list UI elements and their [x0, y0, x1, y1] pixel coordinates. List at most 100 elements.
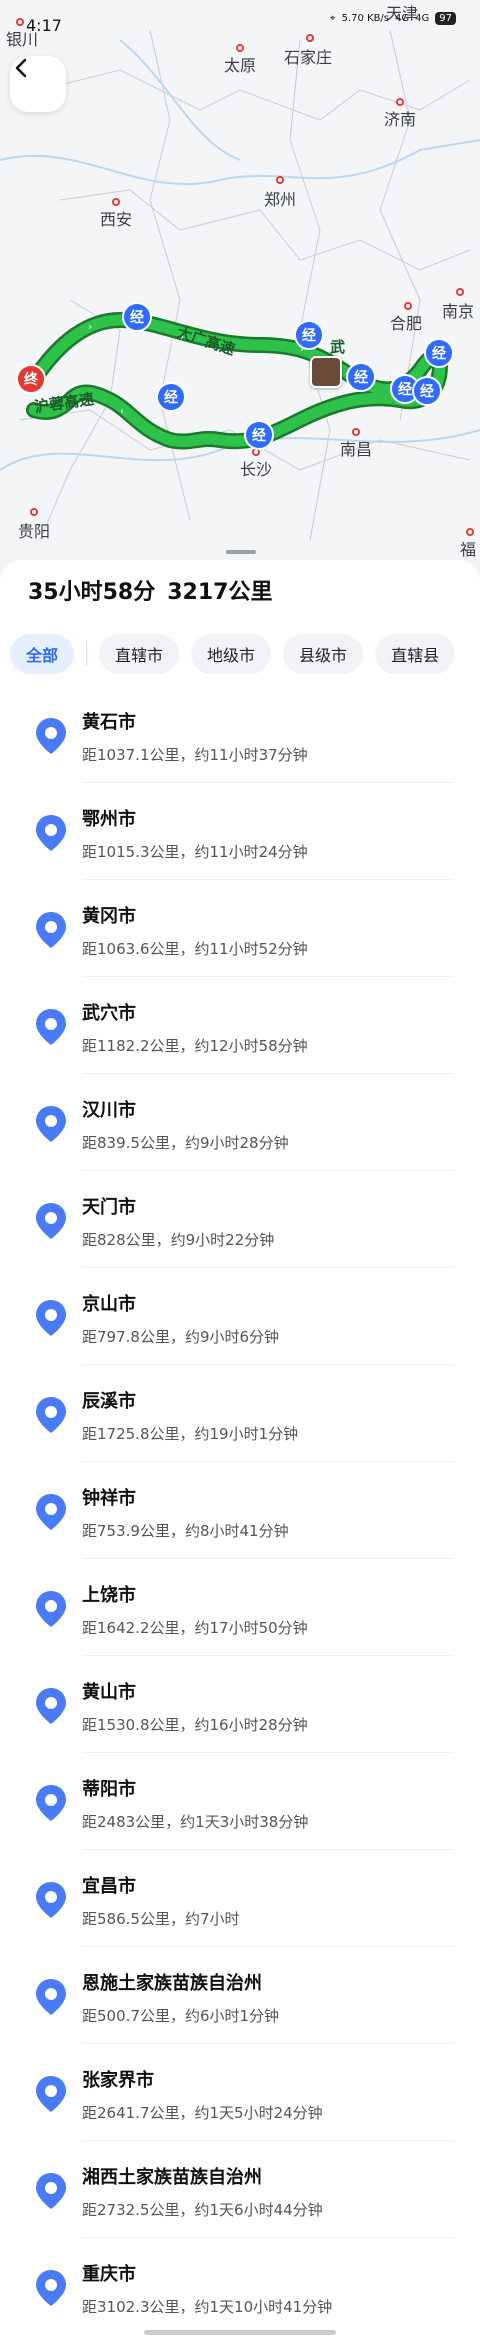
city-label: 南昌	[340, 440, 373, 459]
list-item-name: 天门市	[82, 1197, 136, 1218]
list-item-name: 上饶市	[82, 1585, 136, 1606]
list-item[interactable]: 京山市 距797.8公里，约9小时6分钟	[10, 1268, 470, 1365]
route-summary: 35小时58分 3217公里	[28, 574, 284, 606]
svg-text:‹: ‹	[120, 406, 124, 417]
list-item[interactable]: 武穴市距1182.2公里，约12小时58分钟	[10, 977, 470, 1074]
avatar[interactable]	[310, 356, 342, 388]
route-distance: 3217公里	[167, 580, 273, 605]
list-item[interactable]: 重庆市 距3102.3公里，约1天10小时41分钟	[10, 2238, 470, 2335]
status-icons: ⌖ 5.70 KB/s 4G 4G 97	[330, 12, 456, 25]
location-pin-icon	[36, 718, 66, 754]
home-indicator	[144, 2330, 336, 2335]
list-item-info: 距1063.6公里，约11小时52分钟	[82, 940, 308, 958]
list-item-info: 距3102.3公里，约1天10小时41分钟	[82, 2298, 333, 2316]
list-item-info: 距1725.8公里，约19小时1分钟	[82, 1425, 299, 1443]
city-label: 南京	[442, 302, 475, 321]
battery-icon: 97	[435, 12, 456, 25]
filter-divider	[86, 642, 88, 666]
filter-municipality[interactable]: 直辖市	[99, 634, 180, 674]
location-pin-icon	[36, 1591, 66, 1627]
signal-4g: 4G	[395, 13, 410, 24]
list-item-info: 距1530.8公里，约16小时28分钟	[82, 1716, 308, 1734]
location-pin-icon	[36, 1979, 66, 2015]
list-item[interactable]: 天门市距828公里，约9小时22分钟	[10, 1171, 470, 1268]
city-dot	[466, 528, 474, 536]
city-label: 合肥	[390, 314, 423, 333]
list-item-info: 距1037.1公里，约11小时37分钟	[82, 746, 308, 764]
filter-prefecture-city[interactable]: 地级市	[191, 634, 272, 674]
filter-all[interactable]: 全部	[10, 634, 75, 674]
list-item[interactable]: 蒂阳市距2483公里，约1天3小时38分钟	[10, 1753, 470, 1850]
list-item-info: 距1642.2公里，约17小时50分钟	[82, 1619, 308, 1637]
list-item-info: 距500.7公里，约6小时1分钟	[82, 2007, 280, 2025]
city-label: 福	[460, 540, 477, 559]
waypoint-marker[interactable]: 经	[156, 382, 186, 412]
sheet-grabber[interactable]	[226, 550, 256, 554]
list-item[interactable]: 上饶市距1642.2公里，约17小时50分钟	[10, 1559, 470, 1656]
location-pin-icon	[36, 1785, 66, 1821]
list-item[interactable]: 湘西土家族苗族自治州距2732.5公里，约1天6小时44分钟	[10, 2141, 470, 2238]
list-item[interactable]: 张家界市 距2641.7公里，约1天5小时24分钟	[10, 2044, 470, 2141]
waypoint-marker[interactable]: 经	[424, 338, 454, 368]
waypoint-marker[interactable]: 经	[244, 420, 274, 450]
waypoint-marker[interactable]: 经	[122, 302, 152, 332]
list-item-info: 距1182.2公里，约12小时58分钟	[82, 1037, 308, 1055]
list-item-info: 距828公里，约9小时22分钟	[82, 1231, 275, 1249]
list-item-name: 汉川市	[82, 1100, 136, 1121]
status-time: 4:17	[26, 16, 62, 35]
list-item[interactable]: 黄山市距1530.8公里，约16小时28分钟	[10, 1656, 470, 1753]
list-item-name: 武穴市	[82, 1003, 136, 1024]
net-speed: 5.70 KB/s	[341, 13, 390, 24]
location-pin-icon	[36, 815, 66, 851]
list-item[interactable]: 钟祥市 距753.9公里，约8小时41分钟	[10, 1462, 470, 1559]
city-list: 黄石市 距1037.1公里，约11小时37分钟 鄂州市 距1015.3公里，约11小时…	[10, 686, 470, 2335]
waypoint-marker[interactable]: 经	[412, 376, 442, 406]
end-marker[interactable]: 终	[16, 364, 46, 394]
waypoint-marker[interactable]: 经	[294, 320, 324, 350]
city-label: 西安	[100, 210, 133, 229]
list-item-name: 钟祥市	[82, 1488, 136, 1509]
filter-tabs: 全部 直辖市 地级市 县级市 直辖县	[10, 634, 467, 674]
list-item[interactable]: 辰溪市距1725.8公里，约19小时1分钟	[10, 1365, 470, 1462]
signal-4g: 4G	[415, 13, 430, 24]
list-item-name: 蒂阳市	[82, 1779, 136, 1800]
list-item[interactable]: 恩施土家族苗族自治州 距500.7公里，约6小时1分钟	[10, 1947, 470, 2044]
location-pin-icon	[36, 1009, 66, 1045]
city-dot	[352, 428, 360, 436]
city-dot	[236, 44, 244, 52]
svg-text:›: ›	[88, 322, 92, 333]
list-item-name: 黄山市	[82, 1682, 136, 1703]
list-item-name: 辰溪市	[82, 1391, 136, 1412]
location-pin-icon	[36, 1106, 66, 1142]
list-item-name: 张家界市	[82, 2070, 154, 2091]
back-button[interactable]	[10, 56, 66, 112]
location-pin-icon	[36, 1203, 66, 1239]
list-item-info: 距797.8公里，约9小时6分钟	[82, 1328, 280, 1346]
location-pin-icon	[36, 1688, 66, 1724]
city-dot	[112, 198, 120, 206]
list-item[interactable]: 黄冈市距1063.6公里，约11小时52分钟	[10, 880, 470, 977]
location-pin-icon	[36, 2173, 66, 2209]
filter-direct-county[interactable]: 直辖县	[375, 634, 456, 674]
list-item[interactable]: 汉川市 距839.5公里，约9小时28分钟	[10, 1074, 470, 1171]
list-item-name: 湘西土家族苗族自治州	[82, 2167, 262, 2188]
list-item[interactable]: 黄石市 距1037.1公里，约11小时37分钟	[10, 686, 470, 783]
filter-county-city[interactable]: 县级市	[283, 634, 364, 674]
list-item[interactable]: 鄂州市 距1015.3公里，约11小时24分钟	[10, 783, 470, 880]
list-item-info: 距586.5公里，约7小时	[82, 1910, 240, 1928]
road-label: 武	[330, 338, 346, 356]
list-item-info: 距2483公里，约1天3小时38分钟	[82, 1813, 309, 1831]
list-item[interactable]: 宜昌市 距586.5公里，约7小时	[10, 1850, 470, 1947]
location-pin-icon	[36, 1397, 66, 1433]
list-item-name: 黄冈市	[82, 906, 136, 927]
city-label: 济南	[384, 110, 417, 129]
location-icon: ⌖	[329, 13, 336, 24]
list-item-info: 距2732.5公里，约1天6小时44分钟	[82, 2201, 323, 2219]
location-pin-icon	[36, 2270, 66, 2306]
city-label: 石家庄	[284, 48, 333, 67]
city-label: 太原	[224, 56, 257, 75]
city-dot	[30, 508, 38, 516]
city-dot	[276, 176, 284, 184]
route-map[interactable]: ››› ‹‹ 银川 太原 石家庄 天津 济南 西安 郑州 合肥 南京 南昌 长沙…	[0, 0, 480, 560]
waypoint-marker[interactable]: 经	[346, 362, 376, 392]
